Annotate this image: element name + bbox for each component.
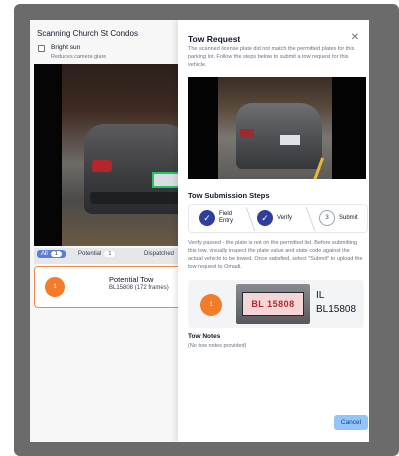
potential-tow-card[interactable]: 1 Potential Tow BL15808 (172 frames) xyxy=(34,266,184,308)
step-divider xyxy=(236,207,256,231)
check-icon: ✓ xyxy=(257,210,273,226)
device-screen: Scanning Church St Condos Bright sun Red… xyxy=(30,20,369,442)
filter-tabs: All 1 Potential 1 Dispatched xyxy=(34,248,194,264)
scanning-title: Scanning Church St Condos xyxy=(37,29,138,38)
close-icon[interactable]: ✕ xyxy=(351,32,359,43)
tow-card-title: Potential Tow xyxy=(109,275,154,284)
step-number: 3 xyxy=(319,210,335,226)
bright-sun-label: Bright sun xyxy=(51,44,81,51)
tow-request-dialog: Tow Request ✕ The scanned license plate … xyxy=(178,20,369,442)
cancel-button[interactable]: Cancel xyxy=(334,415,368,430)
tab-potential[interactable]: Potential 1 xyxy=(78,251,116,257)
check-icon: ✓ xyxy=(199,210,215,226)
dialog-title: Tow Request xyxy=(188,34,241,44)
tab-count: 1 xyxy=(50,251,62,257)
bright-sun-checkbox[interactable] xyxy=(38,45,45,52)
camera-feed xyxy=(34,64,184,246)
plate-crop-image: BL 15808 xyxy=(236,284,310,324)
tab-dispatched[interactable]: Dispatched xyxy=(144,251,174,257)
step-verify: ✓ Verify xyxy=(257,210,292,226)
plate-badge: 1 xyxy=(200,294,222,316)
plate-state: IL xyxy=(316,290,325,301)
notes-title: Tow Notes xyxy=(188,333,221,340)
tow-badge: 1 xyxy=(45,277,65,297)
steps-title: Tow Submission Steps xyxy=(188,191,270,200)
plate-result-card: 1 BL 15808 IL BL15808 xyxy=(188,280,364,328)
tab-count: 1 xyxy=(104,251,116,257)
dialog-description: The scanned license plate did not match … xyxy=(188,46,355,68)
plate-number: BL15808 xyxy=(316,304,357,315)
step-divider xyxy=(296,207,316,231)
tow-card-subtitle: BL15808 (172 frames) xyxy=(109,285,169,291)
step-submit: 3 Submit xyxy=(319,210,358,226)
bright-sun-hint: Reduces camera glare xyxy=(51,54,107,60)
steps-description: Verify passed - the plate is not on the … xyxy=(188,240,363,270)
plate-image-text: BL 15808 xyxy=(242,292,304,316)
notes-body: (No tow notes provided) xyxy=(188,343,247,349)
step-field-entry: ✓ Field Entry xyxy=(199,210,233,226)
tow-stepper: ✓ Field Entry ✓ Verify 3 Submit xyxy=(188,204,368,233)
tab-all[interactable]: All 1 xyxy=(37,250,66,258)
vehicle-image xyxy=(188,77,366,179)
